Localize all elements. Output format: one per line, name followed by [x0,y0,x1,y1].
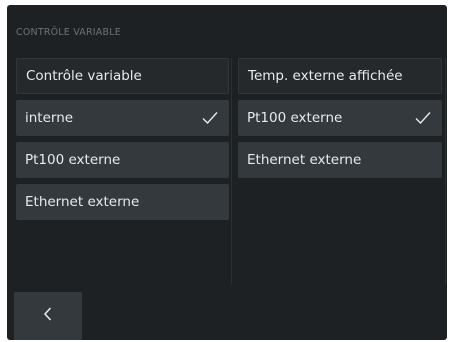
check-icon [200,108,220,128]
option-label: Ethernet externe [25,194,140,210]
option-label: Ethernet externe [247,152,362,168]
screen: CONTRÔLE VARIABLE Contrôle variable inte… [7,5,447,340]
option-label: Pt100 externe [25,152,121,168]
option-label: Pt100 externe [247,110,343,126]
variable-control-header-label: Contrôle variable [26,68,142,84]
option-pt100-externe-displayed[interactable]: Pt100 externe [238,100,442,136]
column-divider [231,58,232,284]
variable-control-header: Contrôle variable [16,58,229,94]
external-temp-header: Temp. externe affichée [238,58,442,94]
option-label: interne [25,110,74,126]
option-interne[interactable]: interne [16,100,229,136]
option-ethernet-externe-displayed[interactable]: Ethernet externe [238,142,442,178]
back-button[interactable] [14,292,82,340]
option-ethernet-externe[interactable]: Ethernet externe [16,184,229,220]
variable-control-column: Contrôle variable interne Pt100 externe … [16,58,229,220]
chevron-left-icon [42,306,54,326]
external-temp-column: Temp. externe affichée Pt100 externe Eth… [238,58,442,178]
check-icon [413,108,433,128]
right-edge-divider [445,58,446,284]
external-temp-header-label: Temp. externe affichée [248,68,403,84]
page-title: CONTRÔLE VARIABLE [16,27,121,38]
option-pt100-externe[interactable]: Pt100 externe [16,142,229,178]
